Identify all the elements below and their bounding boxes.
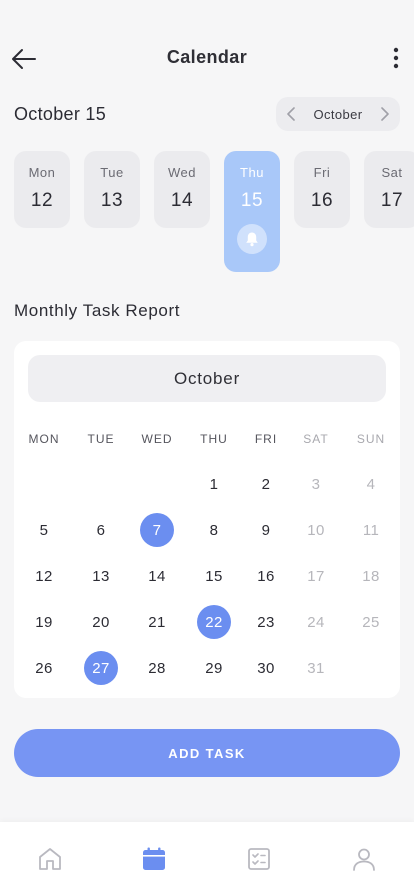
day-card-fri[interactable]: Fri 16 <box>294 151 350 228</box>
day-name: Wed <box>168 165 196 180</box>
calendar-day-5[interactable]: 5 <box>27 513 61 547</box>
reminder-bell[interactable] <box>237 224 267 254</box>
calendar-day-1[interactable]: 1 <box>197 467 231 501</box>
tab-calendar[interactable] <box>139 844 169 874</box>
calendar-day-30[interactable]: 30 <box>249 651 283 685</box>
calendar-day-22[interactable]: 22 <box>197 605 231 639</box>
prev-month-button[interactable] <box>284 107 298 121</box>
calendar-day-28[interactable]: 28 <box>140 651 174 685</box>
day-name: Fri <box>313 165 331 180</box>
weekday-header-wed: WED <box>141 432 173 446</box>
next-month-button[interactable] <box>378 107 392 121</box>
calendar-day-26[interactable]: 26 <box>27 651 61 685</box>
chevron-right-icon <box>381 107 389 121</box>
calendar-month-label: October <box>28 355 386 402</box>
day-number: 13 <box>100 190 124 211</box>
profile-icon <box>353 848 375 871</box>
bottom-tab-bar <box>0 822 414 896</box>
day-card-wed[interactable]: Wed 14 <box>154 151 210 228</box>
weekday-header-thu: THU <box>200 432 228 446</box>
calendar-icon <box>143 847 165 870</box>
day-number: 15 <box>240 190 264 211</box>
selected-date-label: October 15 <box>14 104 107 124</box>
calendar-day-20[interactable]: 20 <box>84 605 118 639</box>
calendar-day-27[interactable]: 27 <box>84 651 118 685</box>
more-button[interactable] <box>386 44 406 72</box>
calendar-day-17[interactable]: 17 <box>299 559 333 593</box>
calendar-day-2[interactable]: 2 <box>249 467 283 501</box>
day-name: Thu <box>240 165 264 180</box>
week-day-strip: Mon 12 Tue 13 Wed 14 Thu 15 Fri 16 Sat 1… <box>14 151 414 273</box>
weekday-header-tue: TUE <box>87 432 115 446</box>
calendar-day-19[interactable]: 19 <box>27 605 61 639</box>
day-number: 17 <box>380 190 404 211</box>
day-card-tue[interactable]: Tue 13 <box>84 151 140 228</box>
day-card-sat[interactable]: Sat 17 <box>364 151 414 228</box>
weekday-header-mon: MON <box>28 432 60 446</box>
calendar-day-23[interactable]: 23 <box>249 605 283 639</box>
month-switcher: October <box>276 97 400 131</box>
calendar-day-7[interactable]: 7 <box>140 513 174 547</box>
monthly-calendar: October MON TUE WED THU FRI SAT SUN 1 2 3 4 5 6 7 8 9 10… <box>14 341 400 698</box>
calendar-day-21[interactable]: 21 <box>140 605 174 639</box>
calendar-day-12[interactable]: 12 <box>27 559 61 593</box>
page-title: Calendar <box>166 47 248 67</box>
calendar-day-31[interactable]: 31 <box>299 651 333 685</box>
calendar-day-11[interactable]: 11 <box>354 513 388 547</box>
calendar-day-16[interactable]: 16 <box>249 559 283 593</box>
calendar-day-10[interactable]: 10 <box>299 513 333 547</box>
calendar-day-25[interactable]: 25 <box>354 605 388 639</box>
calendar-day-3[interactable]: 3 <box>299 467 333 501</box>
calendar-day-9[interactable]: 9 <box>249 513 283 547</box>
weekday-header-sun: SUN <box>356 432 386 446</box>
calendar-day-4[interactable]: 4 <box>354 467 388 501</box>
calendar-day-29[interactable]: 29 <box>197 651 231 685</box>
day-name: Tue <box>100 165 124 180</box>
calendar-day-13[interactable]: 13 <box>84 559 118 593</box>
tab-profile[interactable] <box>349 844 379 874</box>
day-number: 12 <box>30 190 54 211</box>
weekday-header-sat: SAT <box>303 432 329 446</box>
calendar-day-14[interactable]: 14 <box>140 559 174 593</box>
tab-home[interactable] <box>35 844 65 874</box>
bell-icon <box>246 232 258 247</box>
day-name: Sat <box>381 165 403 180</box>
day-name: Mon <box>28 165 56 180</box>
chevron-left-icon <box>287 107 295 121</box>
day-card-thu-selected[interactable]: Thu 15 <box>224 151 280 272</box>
home-icon <box>39 848 61 870</box>
tab-tasks[interactable] <box>244 844 274 874</box>
more-vertical-icon <box>393 47 399 69</box>
day-card-mon[interactable]: Mon 12 <box>14 151 70 228</box>
add-task-button[interactable]: ADD TASK <box>14 729 400 777</box>
month-switcher-label: October <box>313 106 363 122</box>
day-number: 16 <box>310 190 334 211</box>
day-number: 14 <box>170 190 194 211</box>
section-title: Monthly Task Report <box>14 301 181 320</box>
calendar-day-24[interactable]: 24 <box>299 605 333 639</box>
calendar-day-15[interactable]: 15 <box>197 559 231 593</box>
calendar-day-8[interactable]: 8 <box>197 513 231 547</box>
calendar-day-18[interactable]: 18 <box>354 559 388 593</box>
checklist-icon <box>248 848 270 870</box>
calendar-day-6[interactable]: 6 <box>84 513 118 547</box>
